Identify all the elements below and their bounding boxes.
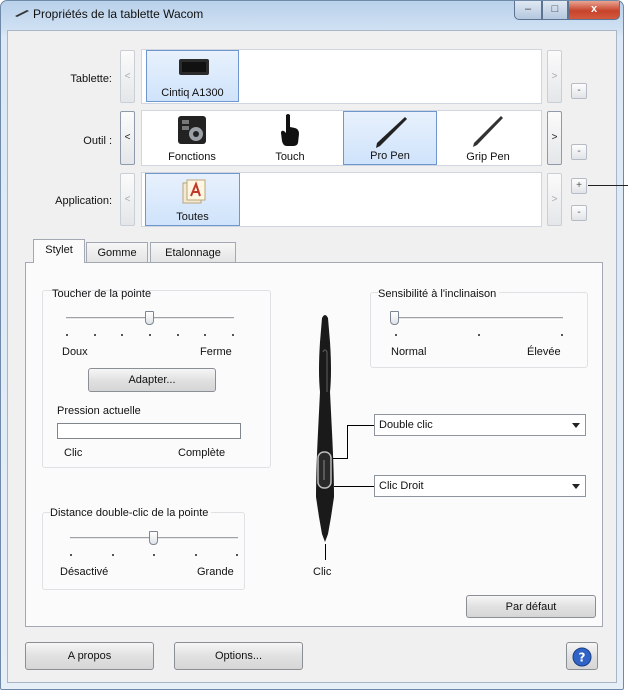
options-button[interactable]: Options... — [174, 642, 303, 670]
grip-pen-icon — [473, 116, 503, 147]
tilt-min-label: Normal — [391, 346, 427, 358]
tool-item-pro-pen[interactable]: Pro Pen — [343, 111, 437, 165]
double-click-group — [42, 512, 245, 590]
tool-side-button[interactable]: - — [571, 144, 587, 160]
tablet-icon — [179, 59, 209, 75]
application-next-button[interactable]: > — [547, 173, 562, 226]
help-icon: ? — [572, 647, 592, 667]
tool-next-button[interactable]: > — [547, 111, 562, 165]
slider-tick — [66, 334, 68, 336]
chevron-down-icon — [572, 484, 580, 489]
application-item-all[interactable]: Toutes — [145, 173, 240, 226]
functions-icon — [178, 116, 206, 144]
slider-tick — [111, 554, 114, 556]
pressure-max-label: Complète — [178, 447, 226, 459]
tool-item-label: Grip Pen — [466, 151, 510, 163]
tool-item-grip-pen[interactable]: Grip Pen — [442, 111, 534, 165]
tablet-item-label: Cintiq A1300 — [161, 87, 224, 99]
upper-button-connector — [333, 458, 348, 459]
upper-side-switch-value: Double clic — [379, 419, 433, 431]
upper-button-connector — [347, 425, 348, 459]
current-pressure-bar — [57, 423, 241, 439]
tilt-slider-ticks — [395, 334, 563, 337]
slider-tick — [236, 554, 238, 556]
tab-gomme[interactable]: Gomme — [86, 242, 148, 263]
slider-tick — [232, 334, 234, 336]
current-pressure-label: Pression actuelle — [57, 405, 141, 417]
tilt-title: Sensibilité à l'inclinaison — [378, 288, 500, 300]
double-click-min-label: Désactivé — [60, 566, 109, 578]
tip-feel-title: Toucher de la pointe — [52, 288, 152, 300]
double-click-title: Distance double-clic de la pointe — [50, 507, 212, 519]
tilt-max-label: Élevée — [527, 346, 561, 358]
minimize-button[interactable]: – — [514, 1, 542, 20]
lower-button-connector — [334, 486, 375, 487]
upper-button-connector — [347, 425, 375, 426]
about-button[interactable]: A propos — [25, 642, 154, 670]
tip-feel-slider-thumb[interactable] — [145, 311, 154, 325]
tab-stylet[interactable]: Stylet — [33, 239, 85, 263]
tilt-slider-thumb[interactable] — [390, 311, 399, 325]
slider-tick — [149, 334, 151, 336]
tablet-item-cintiq[interactable]: Cintiq A1300 — [146, 50, 239, 102]
default-button[interactable]: Par défaut — [466, 595, 596, 618]
double-click-slider-thumb[interactable] — [149, 531, 158, 545]
tool-item-touch[interactable]: Touch — [244, 111, 336, 165]
window-title: Propriétés de la tablette Wacom — [33, 7, 204, 21]
tip-feel-max-label: Ferme — [200, 346, 232, 358]
tool-item-label: Touch — [275, 151, 305, 163]
slider-tick — [153, 554, 155, 556]
help-button[interactable]: ? — [566, 642, 598, 670]
slider-tick — [70, 554, 72, 556]
tool-row-label: Outil : — [83, 135, 112, 147]
tip-connector — [325, 544, 326, 560]
touch-hand-icon — [281, 114, 299, 146]
slider-tick — [93, 334, 96, 336]
pen-icon — [15, 10, 29, 17]
all-apps-icon — [182, 179, 206, 204]
tab-etalonnage[interactable]: Etalonnage — [150, 242, 236, 263]
tilt-slider-track — [395, 317, 563, 320]
lower-side-switch-select[interactable]: Clic Droit — [374, 475, 586, 497]
slider-tick — [395, 334, 397, 336]
pro-pen-icon — [376, 117, 407, 148]
tablet-prev-button[interactable]: < — [120, 50, 135, 103]
tablet-side-button[interactable]: - — [571, 83, 587, 99]
application-prev-button[interactable]: < — [120, 173, 135, 226]
svg-text:?: ? — [579, 651, 586, 665]
chevron-down-icon — [572, 423, 580, 428]
callout-line — [588, 185, 628, 186]
slider-tick — [478, 334, 480, 336]
customize-tip-button[interactable]: Adapter... — [88, 368, 216, 392]
double-click-slider-ticks — [70, 554, 238, 557]
application-item-label: Toutes — [176, 211, 209, 223]
maximize-button[interactable]: □ — [542, 1, 568, 20]
close-button[interactable]: x — [568, 1, 620, 20]
tool-item-label: Fonctions — [168, 151, 216, 163]
tip-feel-slider-ticks — [66, 334, 234, 337]
add-application-button[interactable]: + — [571, 178, 587, 194]
tablet-next-button[interactable]: > — [547, 50, 562, 103]
pressure-min-label: Clic — [64, 447, 83, 459]
slider-tick — [176, 334, 179, 336]
lower-side-switch-value: Clic Droit — [379, 480, 424, 492]
pro-pen-illustration — [316, 315, 334, 542]
slider-tick — [561, 334, 563, 336]
slider-tick — [204, 334, 207, 336]
remove-application-button[interactable]: - — [571, 205, 587, 221]
slider-tick — [194, 554, 197, 556]
tablet-row-label: Tablette: — [70, 73, 112, 85]
slider-tick — [121, 334, 124, 336]
double-click-max-label: Grande — [197, 566, 234, 578]
tip-feel-min-label: Doux — [62, 346, 88, 358]
tool-prev-button[interactable]: < — [120, 111, 135, 165]
pen-tip-label: Clic — [313, 566, 332, 578]
upper-side-switch-select[interactable]: Double clic — [374, 414, 586, 436]
tool-item-functions[interactable]: Fonctions — [146, 111, 238, 165]
application-row-label: Application: — [55, 195, 112, 207]
tool-item-label: Pro Pen — [370, 150, 410, 162]
caption-buttons: – □ x — [514, 1, 620, 20]
